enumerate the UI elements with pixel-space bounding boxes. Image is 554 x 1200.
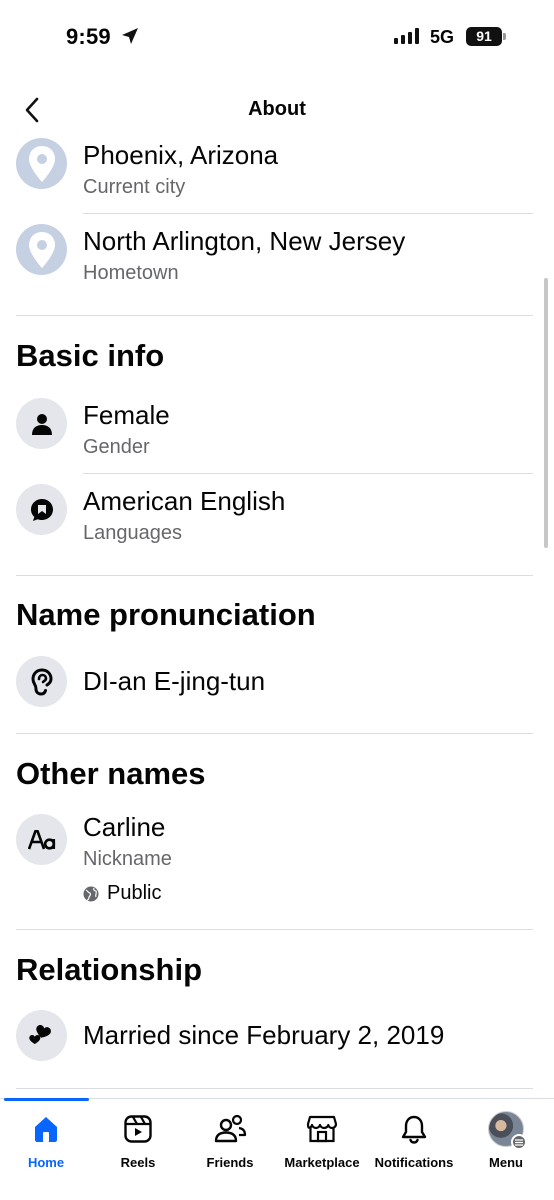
hometown-label: Hometown (83, 262, 179, 284)
nav-notifications[interactable]: Notifications (368, 1111, 460, 1175)
nav-notifications-label: Notifications (374, 1155, 454, 1170)
home-icon (28, 1111, 64, 1147)
list-item-relationship[interactable]: Married since February 2, 2019 (0, 1010, 554, 1064)
bottom-nav: Home Reels Friends Marketplace Notificat… (0, 1098, 554, 1200)
avatar (488, 1111, 527, 1150)
nav-friends[interactable]: Friends (184, 1111, 276, 1175)
nav-reels[interactable]: Reels (92, 1111, 184, 1175)
section-title-other-names: Other names (16, 756, 206, 791)
gender-label: Gender (83, 436, 150, 458)
section-title-name-pronunciation: Name pronunciation (16, 597, 316, 632)
current-city-value: Phoenix, Arizona (83, 140, 279, 170)
nav-menu-label: Menu (489, 1155, 523, 1170)
globe-icon (83, 886, 99, 901)
list-item-nickname[interactable]: Carline Nickname Public (0, 812, 554, 914)
nav-menu[interactable]: Menu (460, 1111, 552, 1175)
section-divider (16, 733, 533, 734)
scrollbar[interactable] (544, 278, 548, 548)
section-title-relationship: Relationship (16, 952, 203, 987)
relationship-value: Married since February 2, 2019 (83, 1020, 445, 1050)
section-divider (16, 929, 533, 930)
list-item-pronunciation[interactable]: DI-an E-jing-tun (0, 656, 554, 710)
nav-home-label: Home (27, 1155, 65, 1170)
nav-home[interactable]: Home (0, 1111, 92, 1175)
privacy-label: Public (107, 882, 162, 904)
hometown-value: North Arlington, New Jersey (83, 226, 406, 256)
languages-value: American English (83, 486, 286, 516)
privacy-indicator: Public (83, 882, 161, 905)
reels-icon (120, 1111, 156, 1147)
person-icon (16, 398, 67, 449)
list-item-languages[interactable]: American English Languages (0, 484, 554, 564)
section-title-basic-info: Basic info (16, 338, 165, 373)
pronunciation-value: DI-an E-jing-tun (83, 666, 266, 696)
location-pin-icon (16, 224, 67, 275)
profile-avatar (488, 1111, 527, 1150)
languages-label: Languages (83, 522, 182, 544)
status-bar: 9:59 5G 91 (0, 0, 554, 72)
hearts-icon (16, 1010, 67, 1061)
network-type: 5G (430, 27, 455, 47)
menu-lines-icon (511, 1134, 527, 1150)
gender-value: Female (83, 400, 170, 430)
list-item-gender[interactable]: Female Gender (0, 398, 554, 474)
top-header: About (0, 80, 554, 138)
about-content[interactable]: Phoenix, Arizona Current city North Arli… (0, 138, 554, 1098)
divider (83, 473, 533, 474)
nav-marketplace[interactable]: Marketplace (276, 1111, 368, 1175)
text-aa-icon (16, 814, 67, 865)
nav-reels-label: Reels (120, 1155, 156, 1170)
section-divider (16, 575, 533, 576)
location-arrow-icon (122, 28, 138, 44)
battery-cap (503, 33, 506, 40)
list-item-hometown[interactable]: North Arlington, New Jersey Hometown (0, 224, 554, 304)
nickname-value: Carline (83, 812, 166, 842)
battery-level: 91 (466, 27, 502, 46)
nav-marketplace-label: Marketplace (284, 1155, 360, 1170)
nickname-label: Nickname (83, 848, 172, 870)
active-tab-indicator (4, 1098, 89, 1101)
location-pin-icon (16, 138, 67, 189)
section-divider (16, 315, 533, 316)
divider (83, 213, 533, 214)
current-city-label: Current city (83, 176, 186, 198)
cellular-signal-icon (394, 28, 419, 44)
page-title: About (248, 98, 306, 120)
section-divider (16, 1088, 533, 1089)
ear-icon (16, 656, 67, 707)
status-time: 9:59 (66, 24, 111, 49)
speech-bubble-icon (16, 484, 67, 535)
bell-icon (396, 1111, 432, 1147)
nav-friends-label: Friends (206, 1155, 254, 1170)
marketplace-icon (304, 1111, 340, 1147)
friends-icon (212, 1111, 248, 1147)
list-item-current-city[interactable]: Phoenix, Arizona Current city (0, 138, 554, 214)
